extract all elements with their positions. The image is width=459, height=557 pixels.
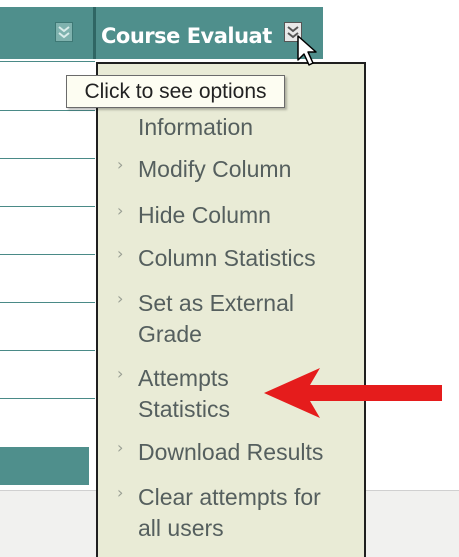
column-options-menu: Information › Modify Column › Hide Colum… (96, 62, 366, 557)
grid-row-line (0, 110, 95, 111)
chevron-right-icon: › (117, 364, 124, 383)
red-arrow-icon (264, 368, 442, 418)
chevron-right-icon: › (117, 155, 124, 174)
menu-item-information[interactable]: Information (138, 112, 253, 143)
menu-item-line: Grade (138, 321, 202, 347)
grid-row-line (0, 254, 95, 255)
menu-item-line: all users (138, 515, 224, 541)
chevron-right-icon: › (117, 438, 124, 457)
menu-item-attempts-statistics[interactable]: Attempts Statistics (138, 363, 230, 425)
grid-header: Course Evaluat (0, 0, 459, 67)
previous-column-options-button[interactable] (55, 22, 73, 42)
menu-item-line: Attempts (138, 365, 229, 391)
chevron-right-icon: › (117, 289, 124, 308)
grid-footer-bar (0, 447, 89, 485)
menu-item-download-results[interactable]: Download Results (138, 437, 323, 468)
menu-item-line: Clear attempts for (138, 484, 321, 510)
grade-center-screenshot: Course Evaluat Information › Modify Colu… (0, 0, 459, 557)
chevron-right-icon: › (117, 483, 124, 502)
menu-item-line: Statistics (138, 396, 231, 422)
grade-grid-column (0, 61, 95, 481)
menu-item-set-as-external-grade[interactable]: Set as External Grade (138, 288, 294, 350)
chevron-right-icon: › (117, 201, 124, 220)
menu-item-line: Set as External (138, 290, 294, 316)
grid-row-line (0, 206, 95, 207)
menu-item-hide-column[interactable]: Hide Column (138, 200, 271, 231)
previous-column-header (0, 7, 93, 59)
grid-row-line (0, 350, 95, 351)
menu-item-clear-attempts[interactable]: Clear attempts for all users (138, 482, 321, 544)
grid-row-line (0, 302, 95, 303)
chevron-double-down-icon (58, 26, 70, 39)
menu-item-column-statistics[interactable]: Column Statistics (138, 243, 316, 274)
column-title[interactable]: Course Evaluat (101, 24, 272, 48)
grid-row-line (0, 398, 95, 399)
menu-item-modify-column[interactable]: Modify Column (138, 154, 291, 185)
grid-row-line (0, 61, 95, 62)
options-tooltip: Click to see options (66, 75, 285, 108)
chevron-right-icon: › (117, 244, 124, 263)
grid-row-line (0, 158, 95, 159)
mouse-pointer-icon (297, 35, 317, 66)
